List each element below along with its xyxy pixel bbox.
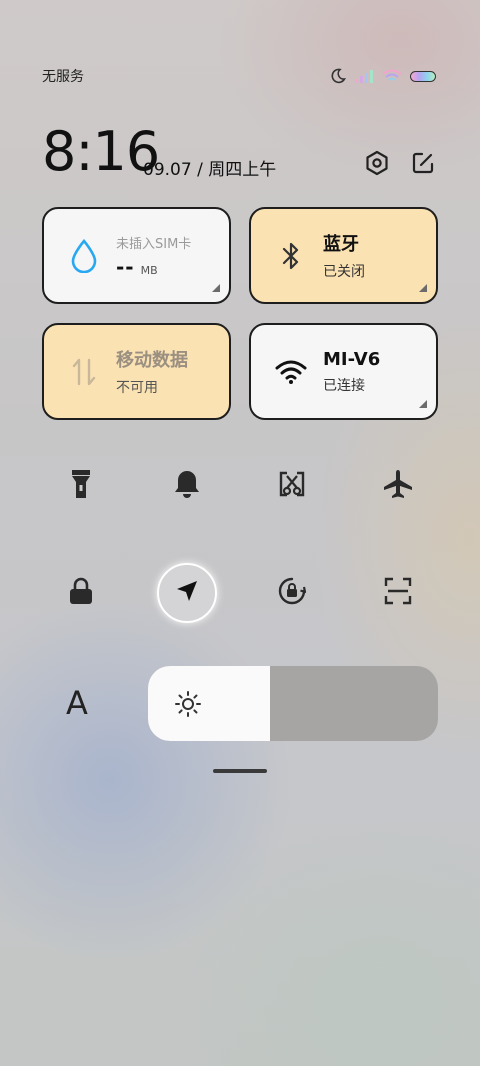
location-icon — [174, 578, 200, 608]
scanner-toggle[interactable] — [368, 563, 428, 623]
wifi-icon — [273, 359, 309, 385]
rotation-lock-toggle[interactable] — [262, 563, 322, 623]
data-arrows-icon — [66, 356, 102, 388]
drag-handle[interactable] — [213, 769, 267, 773]
carrier-status: 无服务 — [42, 69, 84, 85]
mobile-data-tile[interactable]: 移动数据 不可用 — [42, 323, 231, 420]
screenshot-toggle[interactable] — [262, 456, 322, 516]
settings-icon[interactable] — [362, 148, 392, 178]
bluetooth-tile[interactable]: 蓝牙 已关闭 — [249, 207, 438, 304]
flashlight-toggle[interactable] — [51, 456, 111, 516]
data-usage-unit: MB — [140, 263, 158, 277]
data-usage-value: -- — [116, 254, 135, 279]
expand-corner-icon — [212, 284, 220, 292]
lock-icon — [68, 577, 94, 609]
brightness-slider[interactable] — [148, 666, 438, 741]
sun-icon — [174, 690, 202, 722]
wifi-network-name: MI-V6 — [323, 348, 381, 370]
status-icons — [330, 66, 436, 86]
wifi-status-icon — [382, 69, 402, 83]
expand-corner-icon — [419, 400, 427, 408]
bluetooth-icon — [273, 241, 309, 271]
location-toggle[interactable] — [157, 563, 217, 623]
clock-date: 09.07 / 周四上午 — [143, 160, 277, 180]
bluetooth-status: 已关闭 — [323, 264, 365, 280]
moon-icon — [330, 68, 346, 84]
airplane-toggle[interactable] — [368, 456, 428, 516]
wifi-status: 已连接 — [323, 377, 365, 394]
scan-icon — [383, 576, 413, 610]
battery-icon — [410, 70, 436, 82]
edit-icon[interactable] — [408, 148, 438, 178]
screenshot-icon — [278, 470, 306, 502]
lock-screen-toggle[interactable] — [51, 563, 111, 623]
font-size-button[interactable]: A — [66, 684, 88, 722]
silent-toggle[interactable] — [157, 456, 217, 516]
bluetooth-title: 蓝牙 — [323, 234, 359, 255]
brightness-slider-fill — [148, 666, 270, 741]
sim-data-tile[interactable]: 未插入SIM卡 -- MB — [42, 207, 231, 304]
flashlight-icon — [70, 468, 92, 504]
clock-time: 8:16 — [42, 120, 160, 183]
mobile-data-status: 不可用 — [116, 380, 158, 396]
expand-corner-icon — [419, 284, 427, 292]
wifi-tile[interactable]: MI-V6 已连接 — [249, 323, 438, 420]
bell-icon — [173, 469, 201, 503]
water-drop-icon — [66, 238, 102, 273]
mobile-data-title: 移动数据 — [116, 350, 188, 371]
rotation-lock-icon — [275, 574, 309, 612]
sim-status-label: 未插入SIM卡 — [116, 236, 192, 252]
airplane-icon — [382, 468, 414, 504]
signal-icon — [354, 69, 374, 83]
